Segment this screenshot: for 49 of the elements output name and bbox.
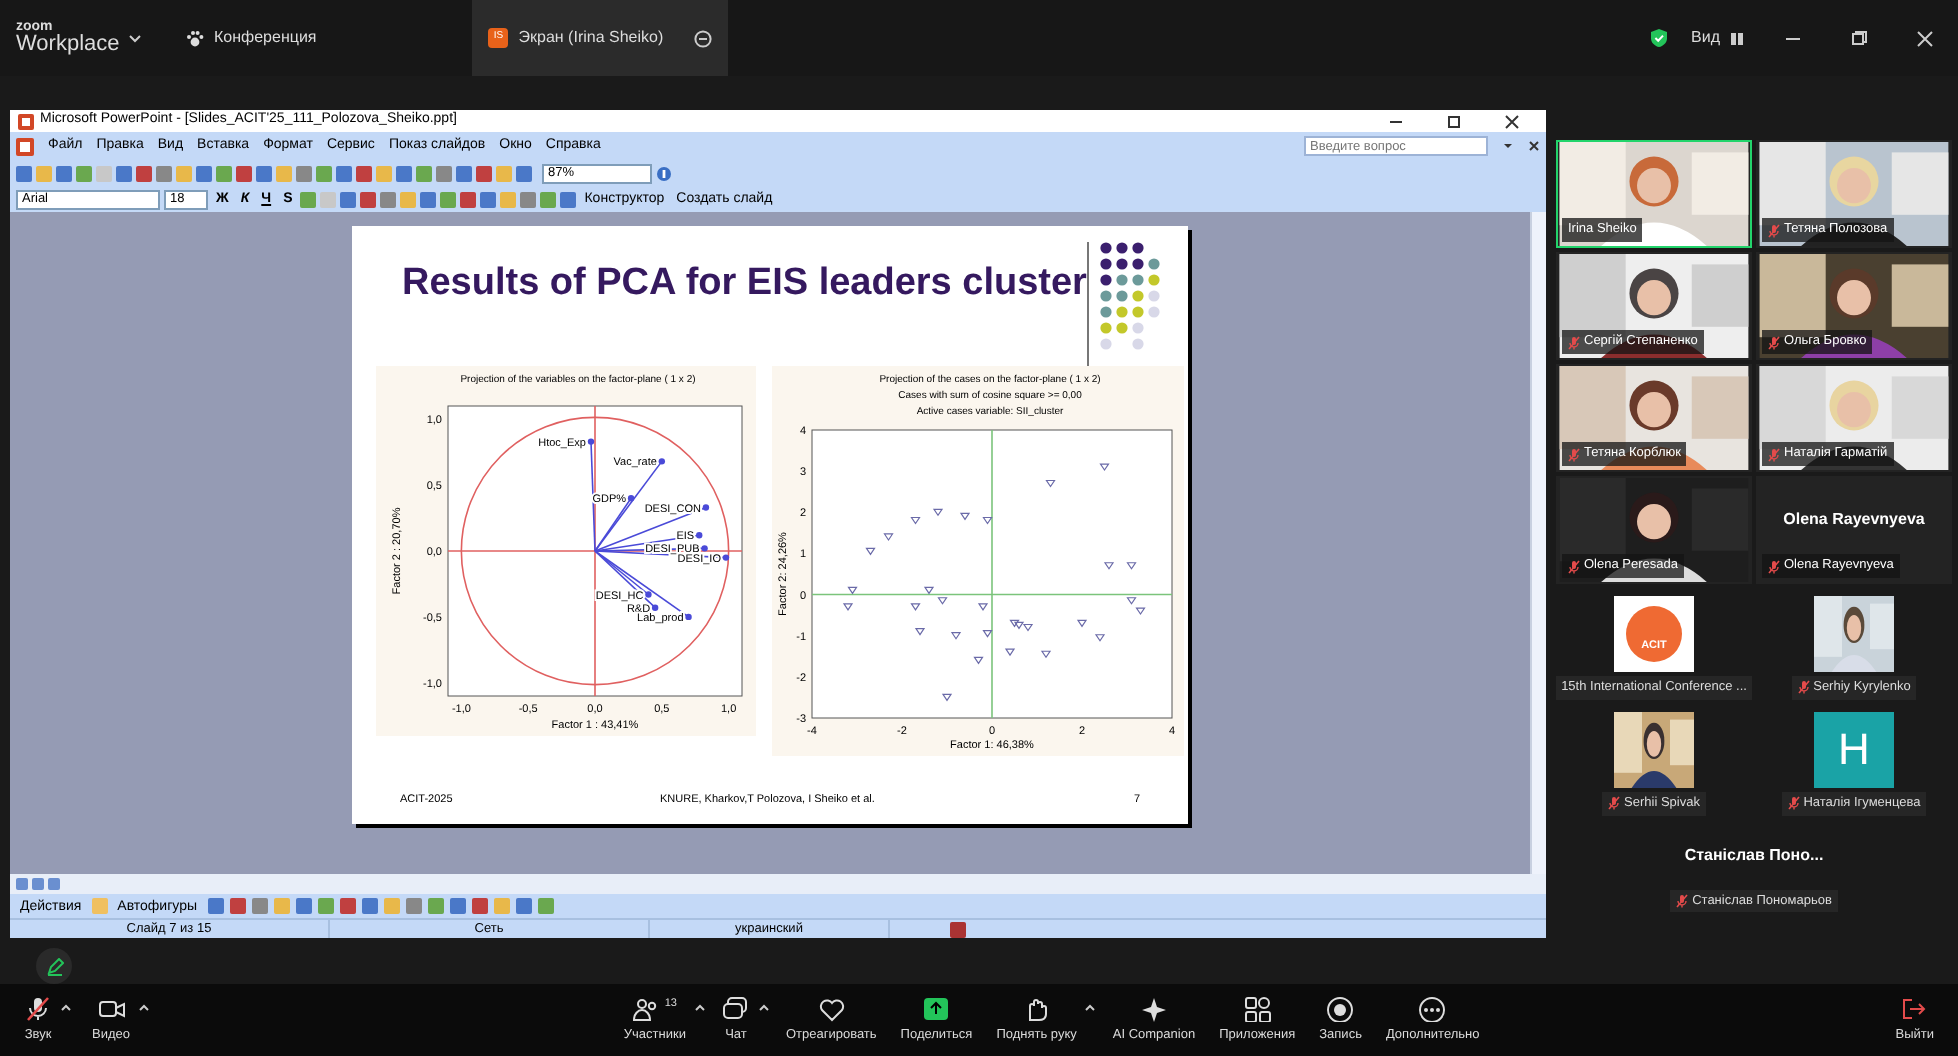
help-icon[interactable] bbox=[656, 165, 672, 181]
paw-icon bbox=[186, 29, 204, 47]
view-button[interactable]: Вид bbox=[1675, 0, 1760, 76]
slide-title: Results of PCA for EIS leaders cluster bbox=[402, 262, 1087, 308]
pen-button[interactable] bbox=[36, 948, 72, 984]
maximize-icon[interactable] bbox=[1850, 29, 1868, 47]
more-icon bbox=[1418, 995, 1447, 1022]
chevron-down-icon[interactable] bbox=[128, 33, 142, 43]
caret-icon[interactable] bbox=[60, 1001, 72, 1012]
caret-icon[interactable] bbox=[757, 1001, 770, 1012]
muted-mic-icon bbox=[1568, 335, 1580, 350]
exit-icon bbox=[1900, 995, 1929, 1022]
muted-mic-icon bbox=[1797, 680, 1810, 695]
stop-icon[interactable] bbox=[694, 29, 713, 47]
muted-mic-icon bbox=[1768, 559, 1780, 574]
meeting-tab[interactable]: Конференция bbox=[170, 0, 333, 76]
sparkle-icon bbox=[1139, 995, 1168, 1022]
muted-mic-icon bbox=[1768, 223, 1780, 238]
caret-icon[interactable] bbox=[1084, 1001, 1097, 1012]
caret-icon[interactable] bbox=[693, 1001, 706, 1012]
tab-label: Экран (Irina Sheiko) bbox=[518, 26, 664, 50]
scrollbar[interactable] bbox=[1530, 212, 1546, 875]
apps-icon bbox=[1243, 995, 1272, 1022]
chat-icon bbox=[721, 995, 750, 1022]
muted-mic-icon bbox=[1568, 447, 1580, 462]
people-icon bbox=[632, 995, 661, 1022]
close-icon[interactable] bbox=[1528, 140, 1540, 152]
close-icon[interactable] bbox=[1504, 113, 1520, 129]
display-name: Станіслав Поно... bbox=[1684, 843, 1824, 867]
shield-icon[interactable] bbox=[1649, 28, 1668, 48]
avatar-letter: H bbox=[1814, 711, 1894, 788]
layout-icon bbox=[1730, 31, 1744, 45]
logo-text: Workplace bbox=[16, 34, 122, 56]
muted-mic-icon bbox=[1568, 559, 1580, 574]
pen-icon bbox=[45, 957, 63, 976]
share-icon bbox=[922, 995, 951, 1022]
display-name: Olena Rayevnyeva bbox=[1783, 510, 1925, 530]
muted-mic-icon bbox=[1608, 796, 1621, 811]
document-icon[interactable] bbox=[16, 137, 34, 155]
dropdown-icon[interactable] bbox=[1502, 140, 1514, 152]
muted-mic-icon bbox=[1787, 796, 1800, 811]
heart-icon bbox=[817, 995, 846, 1022]
caret-icon[interactable] bbox=[138, 1001, 150, 1012]
muted-mic-icon bbox=[1768, 447, 1780, 462]
muted-mic-icon bbox=[1768, 335, 1780, 350]
maximize-icon[interactable] bbox=[1446, 113, 1462, 129]
camera-icon bbox=[97, 995, 125, 1022]
muted-mic-icon bbox=[1676, 893, 1689, 908]
record-icon bbox=[1326, 995, 1355, 1022]
